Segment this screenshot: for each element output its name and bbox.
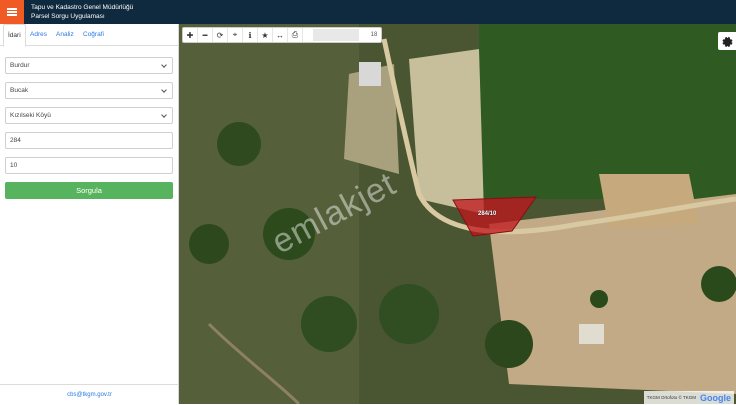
settings-button[interactable] — [718, 32, 736, 50]
satellite-imagery — [179, 24, 736, 404]
province-select[interactable]: Burdur — [5, 57, 173, 74]
google-logo: Google — [700, 392, 731, 403]
tab-analiz[interactable]: Analiz — [52, 24, 78, 46]
footer-email-link[interactable]: cbs@tkgm.gov.tr — [0, 384, 179, 404]
sidebar: İdari Adres Analiz Coğrafi Burdur Bucak … — [0, 24, 179, 404]
app-title-line1: Tapu ve Kadastro Genel Müdürlüğü — [31, 4, 134, 11]
plus-icon[interactable]: ✚ — [183, 28, 198, 42]
block-no-input[interactable]: 284 — [5, 132, 173, 149]
star-icon[interactable]: ★ — [258, 28, 273, 42]
coordinate-display — [313, 29, 359, 41]
minus-icon[interactable]: ━ — [198, 28, 213, 42]
map-view[interactable]: emlakjet 284/10 ✚ ━ ⟳ ⌖ ℹ ★ ↔ ⎙ 18 TKGM … — [179, 24, 736, 404]
print-icon[interactable]: ⎙ — [288, 28, 303, 42]
query-button[interactable]: Sorgula — [5, 182, 173, 199]
neighborhood-select[interactable]: Kızılseki Köyü — [5, 107, 173, 124]
tab-cografi[interactable]: Coğrafi — [79, 24, 108, 46]
hamburger-menu-button[interactable] — [0, 0, 24, 24]
tab-bar: İdari Adres Analiz Coğrafi — [0, 24, 178, 47]
hamburger-icon — [7, 11, 17, 13]
measure-icon[interactable]: ↔ — [273, 28, 288, 42]
map-toolbar: ✚ ━ ⟳ ⌖ ℹ ★ ↔ ⎙ 18 — [182, 27, 382, 43]
info-icon[interactable]: ℹ — [243, 28, 258, 42]
district-select[interactable]: Bucak — [5, 82, 173, 99]
attribution-text: TKGM Ortofoto © TKGM — [646, 395, 696, 400]
parcel-no-input[interactable]: 10 — [5, 157, 173, 174]
top-bar: Tapu ve Kadastro Genel Müdürlüğü Parsel … — [0, 0, 736, 24]
gear-icon — [721, 36, 733, 47]
locate-icon[interactable]: ⌖ — [228, 28, 243, 42]
app-title: Tapu ve Kadastro Genel Müdürlüğü Parsel … — [31, 3, 133, 21]
refresh-icon[interactable]: ⟳ — [213, 28, 228, 42]
zoom-level: 18 — [370, 32, 378, 38]
app-title-line2: Parsel Sorgu Uygulaması — [31, 13, 105, 20]
tab-idari[interactable]: İdari — [3, 24, 26, 47]
tab-adres[interactable]: Adres — [26, 24, 51, 46]
map-attribution: TKGM Ortofoto © TKGM Google — [643, 391, 734, 404]
parcel-label: 284/10 — [478, 211, 497, 217]
